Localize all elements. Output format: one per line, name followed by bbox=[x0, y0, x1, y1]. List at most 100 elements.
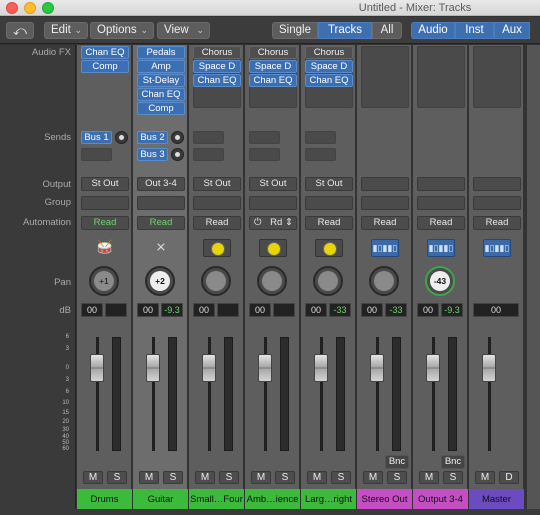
mute-button[interactable]: M bbox=[475, 471, 495, 484]
back-arrow-button[interactable]: ⤺ bbox=[6, 22, 34, 39]
keyboard-stand-icon[interactable]: ⨯ bbox=[147, 239, 175, 257]
group-slot[interactable] bbox=[81, 196, 129, 210]
options-menu-button[interactable]: Options ⌄ bbox=[90, 22, 154, 39]
view-menu-button[interactable]: View ⌄ bbox=[157, 22, 210, 39]
track-name[interactable]: Amb…ience bbox=[245, 489, 300, 510]
solo-button[interactable]: S bbox=[387, 471, 407, 484]
volume-fader[interactable] bbox=[258, 354, 272, 382]
plugin-slot[interactable]: Chan EQ bbox=[137, 88, 185, 101]
output-slot[interactable]: St Out bbox=[305, 177, 353, 191]
plugin-slot[interactable]: Space D bbox=[249, 60, 297, 73]
track-name[interactable]: Small…Four bbox=[189, 489, 244, 510]
mute-button[interactable]: M bbox=[195, 471, 215, 484]
plugin-slot[interactable]: Amp bbox=[137, 60, 185, 73]
pan-knob[interactable]: -43 bbox=[425, 266, 455, 296]
edit-menu-button[interactable]: Edit ⌄ bbox=[44, 22, 88, 39]
send-slot-empty[interactable] bbox=[193, 131, 224, 144]
plugin-slot[interactable]: Chorus bbox=[249, 46, 297, 59]
filter-aux-button[interactable]: Aux bbox=[494, 22, 530, 39]
plugin-slot[interactable]: Chan EQ bbox=[305, 74, 353, 87]
mute-button[interactable]: M bbox=[307, 471, 327, 484]
automation-mode[interactable]: ⏻ Rd ⇕ bbox=[249, 216, 297, 230]
send-level-knob[interactable] bbox=[115, 131, 128, 144]
automation-mode[interactable]: Read bbox=[81, 216, 129, 230]
volume-fader[interactable] bbox=[146, 354, 160, 382]
mute-button[interactable]: M bbox=[83, 471, 103, 484]
send-slot-empty[interactable] bbox=[193, 148, 224, 161]
send-level-knob[interactable] bbox=[171, 148, 184, 161]
send-slot-empty[interactable] bbox=[305, 131, 336, 144]
plugin-slot[interactable]: Chan EQ bbox=[249, 74, 297, 87]
output-slot[interactable] bbox=[473, 177, 521, 191]
plugin-slot[interactable]: Chan EQ bbox=[81, 46, 129, 59]
mute-button[interactable]: M bbox=[419, 471, 439, 484]
solo-button[interactable]: S bbox=[107, 471, 127, 484]
solo-button[interactable]: S bbox=[163, 471, 183, 484]
filter-inst-button[interactable]: Inst bbox=[455, 22, 494, 39]
solo-button[interactable]: S bbox=[275, 471, 295, 484]
instrument-icon[interactable] bbox=[315, 239, 343, 257]
plugin-slot[interactable]: Space D bbox=[305, 60, 353, 73]
tab-tracks[interactable]: Tracks bbox=[318, 22, 372, 39]
automation-mode[interactable]: Read bbox=[305, 216, 353, 230]
send-slot-empty[interactable] bbox=[249, 148, 280, 161]
volume-fader[interactable] bbox=[370, 354, 384, 382]
drum-kit-icon[interactable]: 🥁 bbox=[91, 239, 119, 257]
output-slot[interactable]: St Out bbox=[193, 177, 241, 191]
pan-knob[interactable] bbox=[201, 266, 231, 296]
group-slot[interactable] bbox=[417, 196, 465, 210]
send-slot-empty[interactable] bbox=[305, 148, 336, 161]
mute-button[interactable]: M bbox=[363, 471, 383, 484]
output-slot[interactable]: St Out bbox=[249, 177, 297, 191]
track-name[interactable]: Larg…right bbox=[301, 489, 356, 510]
tab-all[interactable]: All bbox=[372, 22, 402, 39]
send-slot[interactable]: Bus 3 bbox=[137, 148, 168, 161]
plugin-slot[interactable]: Comp bbox=[137, 102, 185, 115]
waveform-icon[interactable]: ▮▯▮▮▯ bbox=[427, 239, 455, 257]
solo-button[interactable]: S bbox=[443, 471, 463, 484]
group-slot[interactable] bbox=[305, 196, 353, 210]
output-slot[interactable]: Out 3-4 bbox=[137, 177, 185, 191]
tab-single[interactable]: Single bbox=[272, 22, 318, 39]
plugin-slot[interactable]: St-Delay bbox=[137, 74, 185, 87]
group-slot[interactable] bbox=[361, 196, 409, 210]
output-slot[interactable] bbox=[361, 177, 409, 191]
plugin-slot[interactable]: Space D bbox=[193, 60, 241, 73]
automation-mode[interactable]: Read bbox=[473, 216, 521, 230]
send-slot-empty[interactable] bbox=[81, 148, 112, 161]
send-slot[interactable]: Bus 1 bbox=[81, 131, 112, 144]
volume-fader[interactable] bbox=[90, 354, 104, 382]
filter-audio-button[interactable]: Audio bbox=[411, 22, 455, 39]
pan-knob[interactable] bbox=[257, 266, 287, 296]
output-slot[interactable] bbox=[417, 177, 465, 191]
waveform-icon[interactable]: ▮▯▮▮▯ bbox=[483, 239, 511, 257]
volume-fader[interactable] bbox=[426, 354, 440, 382]
track-name[interactable]: Master bbox=[469, 489, 524, 510]
automation-mode[interactable]: Read bbox=[417, 216, 465, 230]
volume-fader[interactable] bbox=[202, 354, 216, 382]
track-name[interactable]: Drums bbox=[77, 489, 132, 510]
mute-button[interactable]: M bbox=[139, 471, 159, 484]
solo-button[interactable]: S bbox=[331, 471, 351, 484]
track-name[interactable]: Output 3-4 bbox=[413, 489, 468, 510]
plugin-slot[interactable]: Comp bbox=[81, 60, 129, 73]
plugin-slot[interactable]: Chan EQ bbox=[193, 74, 241, 87]
waveform-icon[interactable]: ▮▯▮▮▯ bbox=[371, 239, 399, 257]
dim-button[interactable]: D bbox=[499, 471, 519, 484]
volume-fader[interactable] bbox=[482, 354, 496, 382]
send-slot[interactable]: Bus 2 bbox=[137, 131, 168, 144]
bounce-button[interactable]: Bnc bbox=[385, 455, 409, 469]
group-slot[interactable] bbox=[473, 196, 521, 210]
instrument-icon[interactable] bbox=[259, 239, 287, 257]
track-name[interactable]: Guitar bbox=[133, 489, 188, 510]
pan-knob[interactable]: +1 bbox=[89, 266, 119, 296]
send-slot-empty[interactable] bbox=[249, 131, 280, 144]
mute-button[interactable]: M bbox=[251, 471, 271, 484]
automation-mode[interactable]: Read bbox=[361, 216, 409, 230]
automation-mode[interactable]: Read bbox=[193, 216, 241, 230]
plugin-slot[interactable]: Pedals bbox=[137, 46, 185, 59]
pan-knob[interactable] bbox=[313, 266, 343, 296]
group-slot[interactable] bbox=[137, 196, 185, 210]
pan-knob[interactable] bbox=[369, 266, 399, 296]
group-slot[interactable] bbox=[193, 196, 241, 210]
